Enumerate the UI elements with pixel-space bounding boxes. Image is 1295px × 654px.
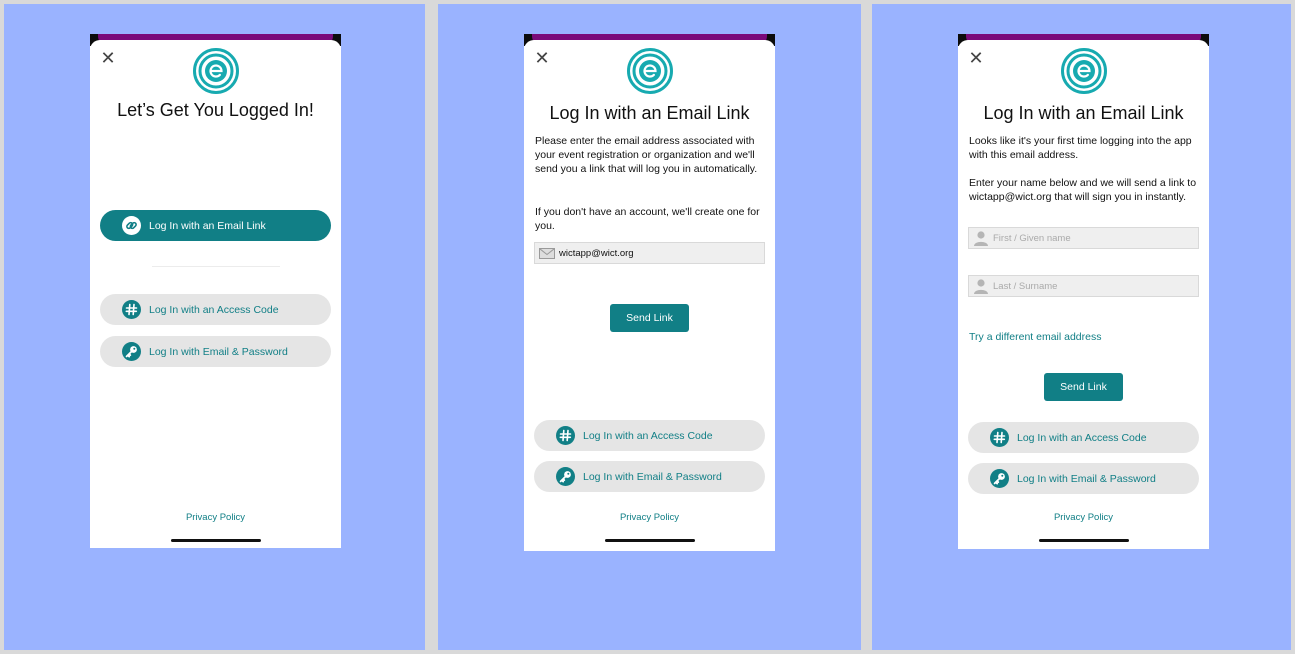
phone-screen-login-options: ✕ Let’s Get You Logged In! Log In with a…	[90, 34, 341, 548]
login-sheet: ✕ Log In with an Email Link Looks like i…	[958, 40, 1209, 549]
phone-screen-first-time: ✕ Log In with an Email Link Looks like i…	[958, 34, 1209, 549]
privacy-policy-link[interactable]: Privacy Policy	[958, 512, 1209, 523]
last-name-placeholder: Last / Surname	[993, 280, 1058, 292]
instructions-text: Please enter the email address associate…	[535, 135, 758, 175]
key-icon	[556, 467, 575, 486]
hash-icon	[990, 428, 1009, 447]
access-code-login-label: Log In with an Access Code	[149, 303, 279, 316]
page-title: Let’s Get You Logged In!	[117, 100, 314, 120]
email-password-login-button[interactable]: Log In with Email & Password	[534, 461, 765, 492]
person-icon	[973, 278, 989, 294]
access-code-login-button[interactable]: Log In with an Access Code	[100, 294, 331, 325]
email-password-login-button[interactable]: Log In with Email & Password	[968, 463, 1199, 494]
access-code-login-button[interactable]: Log In with an Access Code	[534, 420, 765, 451]
try-different-email-link[interactable]: Try a different email address	[969, 331, 1101, 343]
e-logo-icon	[627, 48, 673, 94]
email-password-login-label: Log In with Email & Password	[583, 470, 722, 483]
key-icon	[990, 469, 1009, 488]
key-icon	[122, 342, 141, 361]
account-note-text: If you don't have an account, we'll crea…	[535, 206, 760, 232]
login-sheet: ✕ Log In with an Email Link Please enter…	[524, 40, 775, 551]
email-link-login-button[interactable]: Log In with an Email Link	[100, 210, 331, 241]
envelope-icon	[539, 248, 555, 259]
first-name-placeholder: First / Given name	[993, 232, 1071, 244]
e-logo-icon	[1061, 48, 1107, 94]
screenshot-panel-3: ✕ Log In with an Email Link Looks like i…	[872, 4, 1291, 650]
email-link-login-label: Log In with an Email Link	[149, 219, 266, 232]
first-time-text: Looks like it's your first time logging …	[969, 135, 1192, 161]
divider	[152, 266, 280, 267]
phone-screen-email-link: ✕ Log In with an Email Link Please enter…	[524, 34, 775, 551]
home-indicator	[1039, 539, 1129, 542]
close-icon[interactable]: ✕	[968, 49, 984, 67]
email-password-login-label: Log In with Email & Password	[149, 345, 288, 358]
person-icon	[973, 230, 989, 246]
login-sheet: ✕ Let’s Get You Logged In! Log In with a…	[90, 40, 341, 548]
link-icon	[122, 216, 141, 235]
home-indicator	[605, 539, 695, 542]
screenshot-panel-2: ✕ Log In with an Email Link Please enter…	[438, 4, 861, 650]
privacy-policy-link[interactable]: Privacy Policy	[524, 512, 775, 523]
enter-name-text: Enter your name below and we will send a…	[969, 177, 1197, 203]
home-indicator	[171, 539, 261, 542]
access-code-login-label: Log In with an Access Code	[1017, 431, 1147, 444]
email-password-login-label: Log In with Email & Password	[1017, 472, 1156, 485]
page-title: Log In with an Email Link	[549, 103, 750, 123]
send-link-button[interactable]: Send Link	[610, 304, 689, 332]
access-code-login-label: Log In with an Access Code	[583, 429, 713, 442]
hash-icon	[556, 426, 575, 445]
send-link-button[interactable]: Send Link	[1044, 373, 1123, 401]
page-title: Log In with an Email Link	[983, 103, 1184, 123]
screenshot-panel-1: ✕ Let’s Get You Logged In! Log In with a…	[4, 4, 425, 650]
hash-icon	[122, 300, 141, 319]
first-name-field[interactable]: First / Given name	[968, 227, 1199, 249]
privacy-policy-link[interactable]: Privacy Policy	[90, 512, 341, 523]
email-password-login-button[interactable]: Log In with Email & Password	[100, 336, 331, 367]
access-code-login-button[interactable]: Log In with an Access Code	[968, 422, 1199, 453]
last-name-field[interactable]: Last / Surname	[968, 275, 1199, 297]
email-field-value: wictapp@wict.org	[559, 247, 634, 259]
close-icon[interactable]: ✕	[534, 49, 550, 67]
e-logo-icon	[193, 48, 239, 94]
close-icon[interactable]: ✕	[100, 49, 116, 67]
email-field[interactable]: wictapp@wict.org	[534, 242, 765, 264]
